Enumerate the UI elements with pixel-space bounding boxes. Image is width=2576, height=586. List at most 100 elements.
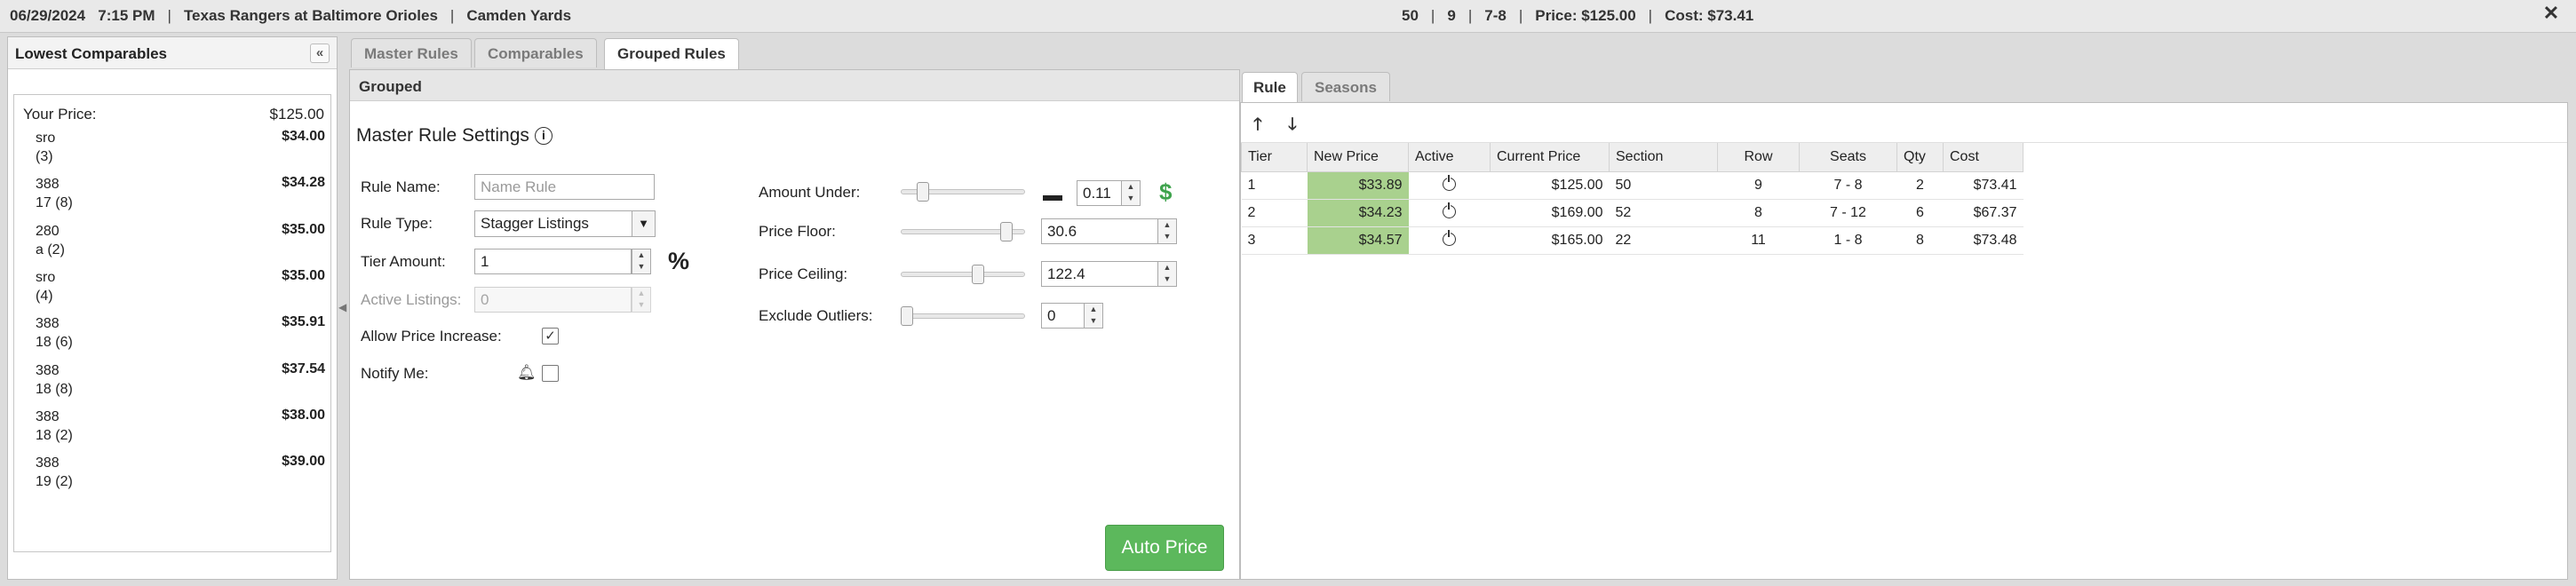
slider-handle[interactable] — [901, 306, 913, 326]
price-ceiling-input[interactable]: 122.4 — [1041, 261, 1159, 287]
cell-qty: 6 — [1896, 199, 1944, 227]
cell-qty: 2 — [1896, 171, 1944, 200]
summary-stat-3: 7-8 — [1484, 7, 1507, 24]
separator: | — [1430, 7, 1435, 24]
price-floor-stepper[interactable]: ▲ ▼ — [1157, 218, 1177, 244]
cell-new-price[interactable]: $34.23 — [1307, 199, 1409, 227]
comparable-item[interactable]: 388 19 (2) $39.00 — [36, 454, 325, 496]
comparable-row-qty: 18 (2) — [36, 428, 73, 443]
comparable-section: 388 — [36, 409, 60, 424]
column-header-tier[interactable]: Tier — [1241, 143, 1308, 172]
tab-rule[interactable]: Rule — [1242, 72, 1298, 103]
column-header-active[interactable]: Active — [1408, 143, 1491, 172]
close-icon[interactable]: ✕ — [2540, 4, 2562, 25]
comparable-item[interactable]: 388 18 (8) $37.54 — [36, 361, 325, 404]
cell-seats: 7 - 12 — [1799, 199, 1897, 227]
power-icon[interactable] — [1443, 229, 1456, 246]
power-icon[interactable] — [1443, 174, 1456, 191]
column-header-new-price[interactable]: New Price — [1307, 143, 1409, 172]
panel-splitter[interactable]: ◀ — [338, 36, 346, 580]
tab-grouped-rules[interactable]: Grouped Rules — [604, 38, 739, 69]
tier-amount-stepper[interactable]: ▲ ▼ — [632, 249, 651, 274]
cell-new-price[interactable]: $33.89 — [1307, 171, 1409, 200]
comparable-row-qty: 17 (8) — [36, 195, 73, 210]
cell-seats: 7 - 8 — [1799, 171, 1897, 200]
comparable-item[interactable]: sro (3) $34.00 — [36, 129, 325, 171]
listing-summary: 50 | 9 | 7-8 | Price: $125.00 | Cost: $73.41 — [1402, 7, 1753, 25]
column-header-row[interactable]: Row — [1717, 143, 1800, 172]
price-floor-slider[interactable] — [901, 221, 1025, 242]
cell-row: 9 — [1717, 171, 1800, 200]
exclude-outliers-slider[interactable] — [901, 305, 1025, 327]
comparable-section: 388 — [36, 177, 60, 192]
slider-handle[interactable] — [1000, 222, 1013, 242]
comparable-item[interactable]: 388 18 (2) $38.00 — [36, 408, 325, 450]
tab-seasons[interactable]: Seasons — [1301, 72, 1390, 101]
summary-stat-1: 50 — [1402, 7, 1419, 24]
tier-amount-input[interactable]: 1 — [474, 249, 632, 274]
amount-under-slider[interactable] — [901, 181, 1025, 202]
column-header-cost[interactable]: Cost — [1943, 143, 2023, 172]
tab-master-rules[interactable]: Master Rules — [351, 38, 472, 67]
column-header-seats[interactable]: Seats — [1799, 143, 1897, 172]
chevron-down-icon[interactable]: ▼ — [632, 211, 655, 236]
price-ceiling-stepper[interactable]: ▲ ▼ — [1157, 261, 1177, 287]
comparable-price: $34.28 — [282, 175, 325, 190]
rule-name-input[interactable]: Name Rule — [474, 174, 655, 200]
percent-icon: % — [668, 248, 690, 274]
column-header-qty[interactable]: Qty — [1896, 143, 1944, 172]
notify-me-checkbox[interactable] — [542, 365, 559, 382]
cell-new-price[interactable]: $34.57 — [1307, 226, 1409, 255]
column-header-section[interactable]: Section — [1609, 143, 1718, 172]
table-row[interactable]: 2 $34.23 $169.00 52 8 7 - 12 6 $67.37 — [1241, 199, 2023, 227]
active-listings-stepper: ▲ ▼ — [632, 287, 651, 313]
tier-toolbar: 🡑 🡓 — [1241, 103, 2567, 143]
comparable-price: $34.00 — [282, 129, 325, 144]
column-header-current-price[interactable]: Current Price — [1490, 143, 1610, 172]
comparable-item[interactable]: 280 a (2) $35.00 — [36, 222, 325, 265]
slider-handle[interactable] — [917, 182, 929, 202]
allow-price-increase-checkbox[interactable]: ✓ — [542, 328, 559, 344]
cell-tier: 3 — [1241, 226, 1308, 255]
power-icon[interactable] — [1443, 202, 1456, 218]
tier-amount-label: Tier Amount: — [361, 253, 446, 270]
exclude-outliers-stepper[interactable]: ▲ ▼ — [1084, 303, 1103, 329]
separator: | — [1518, 7, 1523, 24]
comparable-item[interactable]: sro (4) $35.00 — [36, 268, 325, 311]
comparable-item[interactable]: 388 18 (6) $35.91 — [36, 314, 325, 357]
table-row[interactable]: 1 $33.89 $125.00 50 9 7 - 8 2 $73.41 — [1241, 171, 2023, 200]
price-floor-input[interactable]: 30.6 — [1041, 218, 1159, 244]
comparable-row-qty: 19 (2) — [36, 474, 73, 489]
separator: | — [1467, 7, 1473, 24]
comparable-price: $35.00 — [282, 268, 325, 283]
info-icon[interactable]: i — [534, 127, 553, 145]
auto-price-button[interactable]: Auto Price — [1105, 525, 1224, 571]
table-row[interactable]: 3 $34.57 $165.00 22 11 1 - 8 8 $73.48 — [1241, 226, 2023, 255]
cell-section: 50 — [1609, 171, 1718, 200]
comparable-row-qty: 18 (8) — [36, 382, 73, 397]
move-up-icon[interactable]: 🡑 — [1253, 112, 1262, 140]
rule-type-select[interactable]: Stagger Listings ▼ — [474, 210, 656, 237]
comparable-section: 280 — [36, 224, 60, 239]
collapse-panel-icon[interactable]: « — [310, 44, 330, 63]
exclude-outliers-input[interactable]: 0 — [1041, 303, 1087, 329]
price-ceiling-slider[interactable] — [901, 264, 1025, 285]
bell-icon: 🔔︎ — [517, 364, 537, 381]
rule-panel: 🡑 🡓 Tier New Price Active Current Price … — [1240, 102, 2568, 580]
expand-arrow-icon[interactable]: ◀ — [338, 301, 346, 313]
move-down-icon[interactable]: 🡓 — [1288, 112, 1297, 140]
section-title-text: Master Rule Settings — [356, 125, 529, 146]
event-date: 06/29/2024 — [10, 7, 86, 24]
event-name: Texas Rangers at Baltimore Orioles — [183, 7, 438, 24]
cell-active[interactable] — [1408, 171, 1491, 200]
section-title: Master Rule Settings i — [356, 125, 553, 146]
comparable-item[interactable]: 388 17 (8) $34.28 — [36, 175, 325, 218]
panel-header: Lowest Comparables « — [8, 37, 337, 69]
comparable-row-qty: a (2) — [36, 242, 65, 257]
event-venue: Camden Yards — [466, 7, 572, 24]
slider-handle[interactable] — [972, 265, 984, 284]
cell-active[interactable] — [1408, 226, 1491, 255]
amount-under-stepper[interactable]: ▲ ▼ — [1121, 180, 1141, 206]
cell-active[interactable] — [1408, 199, 1491, 227]
tab-comparables[interactable]: Comparables — [474, 38, 597, 67]
